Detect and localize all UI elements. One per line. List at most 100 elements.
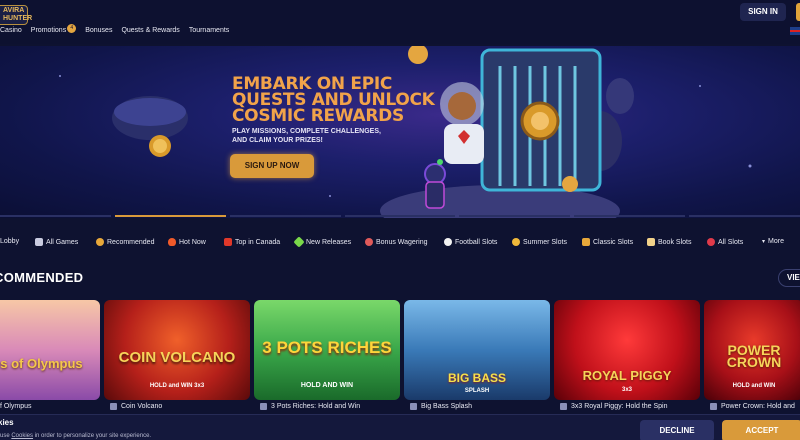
tab-classic-slots[interactable]: Classic Slots — [582, 238, 633, 246]
carousel-dot[interactable] — [344, 215, 456, 217]
tab-label: Recommended — [107, 238, 155, 246]
tab-recommended[interactable]: Recommended — [96, 238, 154, 246]
tab-lobby[interactable]: Lobby — [0, 238, 19, 245]
tab-label: Hot Now — [179, 238, 206, 246]
section-title: COMMENDED — [0, 270, 84, 285]
game-caption[interactable]: 3 Pots Riches: Hold and Win — [260, 403, 360, 410]
cookies-link[interactable]: Cookies — [11, 433, 33, 439]
game-card-royal-piggy[interactable]: ROYAL PIGGY 3x3 — [554, 300, 700, 400]
nav-tournaments[interactable]: Tournaments — [189, 27, 229, 39]
nav-bonuses[interactable]: Bonuses — [85, 27, 112, 39]
game-caption-label: Coin Volcano — [121, 403, 163, 410]
game-art-subtitle: 3x3 — [621, 387, 632, 393]
cookie-title: kies — [0, 418, 14, 427]
game-art-subtitle: SPLASH — [464, 388, 490, 394]
game-caption[interactable]: Big Bass Splash — [410, 403, 472, 410]
game-card-power-crown[interactable]: POWER CROWN HOLD and WIN — [704, 300, 800, 400]
game-caption[interactable]: 3x3 Royal Piggy: Hold the Spin — [560, 403, 668, 410]
tab-label: Classic Slots — [593, 238, 634, 246]
grid-icon — [35, 238, 43, 246]
tab-all-slots[interactable]: All Slots — [707, 238, 743, 246]
provider-icon — [110, 403, 117, 410]
tab-all-games[interactable]: All Games — [35, 238, 78, 246]
main-nav: Casino Promotions 4 Bonuses Quests & Rewa… — [0, 24, 229, 39]
tab-new-releases[interactable]: New Releases — [293, 236, 352, 248]
chevron-down-icon: ▾ — [762, 239, 766, 245]
sun-icon — [512, 238, 520, 246]
accept-button[interactable]: ACCEPT — [722, 420, 800, 440]
provider-icon — [260, 403, 267, 410]
football-icon — [444, 238, 452, 246]
carousel-dot[interactable] — [459, 215, 571, 217]
cookie-text-after: in order to personalize your site experi… — [33, 433, 152, 439]
nav-quests-rewards[interactable]: Quests & Rewards — [121, 27, 179, 39]
game-card-coin-volcano[interactable]: COIN VOLCANO HOLD and WIN 3x3 — [104, 300, 250, 400]
tab-label: Summer Slots — [523, 238, 567, 246]
carousel-dot[interactable] — [229, 215, 341, 217]
nav-promotions[interactable]: Promotions 4 — [30, 24, 77, 39]
tab-bonus-wagering[interactable]: Bonus Wagering — [365, 238, 428, 246]
game-art-title: COIN VOLCANO — [118, 349, 236, 366]
tab-label: Top in Canada — [235, 238, 281, 246]
nav-casino[interactable]: Casino — [0, 27, 22, 39]
tab-summer-slots[interactable]: Summer Slots — [512, 238, 567, 246]
tab-label: Football Slots — [455, 238, 498, 246]
gift-icon — [365, 238, 373, 246]
carousel-dot[interactable] — [689, 215, 800, 217]
game-art-subtitle: HOLD and WIN 3x3 — [149, 383, 205, 389]
nav-promotions-label: Promotions — [30, 27, 67, 34]
carousel-progress — [0, 214, 800, 218]
game-art-title: ROYAL PIGGY — [582, 368, 672, 383]
tab-more[interactable]: ▾ More — [762, 238, 784, 245]
seven-icon — [582, 238, 590, 246]
uk-flag-icon[interactable] — [790, 27, 800, 35]
sparkle-icon — [293, 236, 305, 248]
tab-top-in-canada[interactable]: Top in Canada — [224, 238, 280, 246]
banner-artwork — [59, 46, 752, 218]
game-caption[interactable]: f Olympus — [0, 403, 32, 410]
banner-subtitle: PLAY MISSIONS, COMPLETE CHALLENGES, AND … — [232, 128, 381, 144]
game-card-big-bass-splash[interactable]: BIG BASS SPLASH — [404, 300, 550, 400]
promotions-count-badge: 4 — [67, 24, 77, 33]
tab-label: New Releases — [306, 238, 352, 246]
sign-up-button[interactable]: SIGN UP NOW — [230, 154, 314, 178]
register-button[interactable] — [796, 3, 800, 21]
game-caption-label: f Olympus — [0, 403, 32, 410]
tab-label: All Games — [46, 238, 79, 246]
banner-title: EMBARK ON EPIC QUESTS AND UNLOCK COSMIC … — [232, 74, 435, 126]
game-art-subtitle: HOLD and WIN — [732, 383, 776, 389]
tab-label: Book Slots — [658, 238, 692, 246]
cherry-icon — [707, 238, 715, 246]
game-caption[interactable]: Power Crown: Hold and — [710, 403, 795, 410]
tab-hot-now[interactable]: Hot Now — [168, 238, 206, 246]
view-all-button[interactable]: VIEW — [778, 269, 800, 287]
game-art-subtitle: HOLD AND WIN — [300, 382, 354, 389]
hero-banner[interactable]: EMBARK ON EPIC QUESTS AND UNLOCK COSMIC … — [0, 46, 800, 218]
page: AVIRA HUNTER Casino Promotions 4 Bonuses … — [0, 0, 800, 440]
tab-football-slots[interactable]: Football Slots — [444, 238, 497, 246]
tab-label: More — [768, 238, 784, 245]
site-logo[interactable]: AVIRA HUNTER — [0, 5, 32, 25]
game-caption-label: 3x3 Royal Piggy: Hold the Spin — [571, 403, 668, 410]
fire-icon — [168, 238, 176, 246]
carousel-dot[interactable] — [0, 215, 111, 217]
carousel-dot-active[interactable] — [114, 215, 226, 217]
game-caption[interactable]: Coin Volcano — [110, 403, 162, 410]
provider-icon — [710, 403, 717, 410]
tab-label: Bonus Wagering — [376, 238, 428, 246]
thumbs-up-icon — [96, 238, 104, 246]
game-card-gates-of-olympus[interactable]: Gates of Olympus — [0, 300, 100, 400]
cookie-text: use Cookies in order to personalize your… — [0, 433, 151, 439]
provider-icon — [410, 403, 417, 410]
tab-book-slots[interactable]: Book Slots — [647, 238, 691, 246]
top-header: AVIRA HUNTER Casino Promotions 4 Bonuses … — [0, 0, 800, 44]
carousel-dot[interactable] — [574, 215, 686, 217]
sign-in-button[interactable]: SIGN IN — [740, 3, 786, 21]
game-art-title: BIG BASS — [447, 371, 506, 385]
game-art-title: POWER CROWN — [726, 342, 782, 370]
book-icon — [647, 238, 655, 246]
decline-button[interactable]: DECLINE — [640, 420, 714, 440]
game-art-title: Gates of Olympus — [0, 356, 83, 371]
tab-label: Lobby — [0, 238, 20, 245]
game-card-3-pots-riches[interactable]: 3 POTS RICHES HOLD AND WIN — [254, 300, 400, 400]
